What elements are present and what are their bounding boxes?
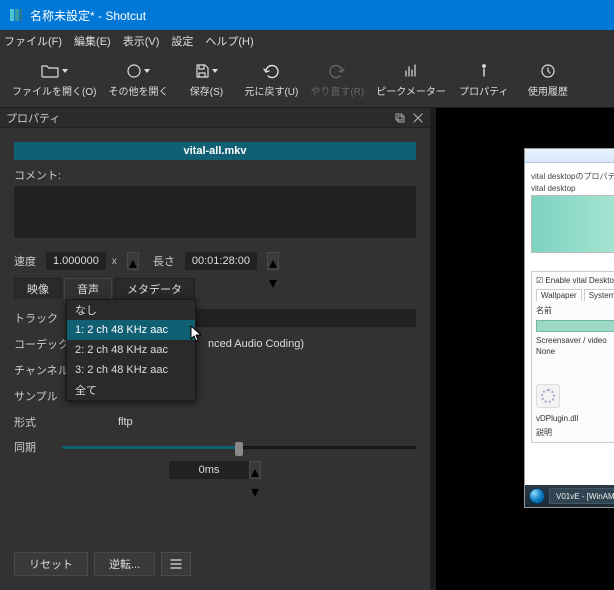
comment-label: コメント: [14, 170, 61, 182]
track-option-2[interactable]: 2: 2 ch 48 KHz aac [67, 340, 195, 360]
undock-icon[interactable] [394, 112, 406, 124]
tab-audio[interactable]: 音声 [64, 278, 112, 299]
sync-slider[interactable] [62, 440, 416, 454]
properties-label: プロパティ [459, 83, 508, 98]
info-icon [476, 63, 492, 79]
hamburger-icon [170, 559, 182, 569]
preview-tab-system: System [584, 289, 614, 301]
preview-name-field [536, 320, 614, 332]
speed-label: 速度 [14, 253, 36, 269]
titlebar: 名称未設定* - Shotcut [0, 0, 614, 30]
window-title: 名称未設定* - Shotcut [30, 7, 146, 24]
comment-input[interactable] [14, 186, 416, 238]
open-file-button[interactable]: ファイルを開く(O) [6, 55, 102, 107]
open-other-label: その他を開く [108, 83, 168, 98]
undo-label: 元に戻す(U) [244, 83, 298, 98]
panel-title: プロパティ [6, 110, 60, 126]
preview-caption: 説明 [536, 427, 614, 438]
menu-view[interactable]: 表示(V) [123, 33, 160, 49]
menu-button[interactable] [161, 552, 191, 576]
redo-label: やり直す(R) [310, 83, 364, 98]
menu-help[interactable]: ヘルプ(H) [205, 33, 253, 49]
preview-task-button: V01vE - [WinAMP... [549, 488, 614, 504]
duration-label: 長さ [153, 253, 175, 269]
duration-input[interactable]: 00:01:28:00 [185, 252, 257, 270]
menu-file[interactable]: ファイル(F) [4, 33, 62, 49]
reverse-button[interactable]: 逆転... [94, 552, 155, 576]
panel-header: プロパティ [0, 108, 430, 128]
tab-bar: 映像 音声 メタデータ [14, 278, 416, 299]
undo-button[interactable]: 元に戻す(U) [238, 55, 304, 107]
history-button[interactable]: 使用履歴 [516, 55, 580, 107]
preview-none: None [536, 347, 614, 356]
close-panel-icon[interactable] [412, 112, 424, 124]
menu-settings[interactable]: 設定 [171, 33, 193, 49]
tab-metadata[interactable]: メタデータ [114, 278, 195, 299]
preview-desk-label: vital desktop [531, 184, 614, 193]
reset-button[interactable]: リセット [14, 552, 88, 576]
tab-video[interactable]: 映像 [14, 278, 62, 299]
preview-titlebar [525, 149, 614, 163]
speed-spinner[interactable]: ▴▾ [127, 252, 139, 270]
peakmeter-label: ピークメーター [376, 83, 446, 98]
folder-open-icon [40, 63, 60, 79]
sync-value-input[interactable]: 0ms [169, 461, 249, 479]
duration-spinner[interactable]: ▴▾ [267, 252, 279, 270]
properties-panel: プロパティ vital-all.mkv コメント: 速度 1.000000x ▴… [0, 108, 430, 590]
menubar[interactable]: ファイル(F) 編集(E) 表示(V) 設定 ヘルプ(H) [0, 30, 614, 52]
chevron-down-icon [212, 69, 218, 73]
undo-icon [262, 63, 280, 79]
redo-icon [328, 63, 346, 79]
format-value: fltp [78, 416, 416, 428]
track-option-all[interactable]: 全て [67, 380, 195, 400]
preview-area: vital desktopのプロパティ vital desktop ☑ Enab… [436, 108, 614, 590]
preview-window: vital desktopのプロパティ vital desktop ☑ Enab… [524, 148, 614, 508]
track-option-1[interactable]: 1: 2 ch 48 KHz aac [67, 320, 195, 340]
history-label: 使用履歴 [528, 83, 568, 98]
open-file-label: ファイルを開く(O) [12, 83, 96, 98]
save-label: 保存(S) [190, 83, 223, 98]
preview-taskbar: V01vE - [WinAMP... [525, 485, 614, 507]
chevron-down-icon [62, 69, 68, 73]
track-option-3[interactable]: 3: 2 ch 48 KHz aac [67, 360, 195, 380]
preview-tab-wallpaper: Wallpaper [536, 289, 582, 301]
track-dropdown[interactable]: なし 1: 2 ch 48 KHz aac 2: 2 ch 48 KHz aac… [66, 299, 196, 401]
toolbar: ファイルを開く(O) その他を開く 保存(S) 元に戻す(U) やり直す(R) … [0, 52, 614, 108]
format-label: 形式 [14, 414, 78, 430]
track-option-none[interactable]: なし [67, 300, 195, 320]
redo-button: やり直す(R) [304, 55, 370, 107]
open-other-button[interactable]: その他を開く [102, 55, 174, 107]
app-logo-icon [8, 7, 24, 23]
preview-enable-checkbox: Enable vital Desktop [545, 276, 614, 285]
sync-spinner[interactable]: ▴▾ [249, 461, 261, 479]
chevron-down-icon [144, 69, 150, 73]
preview-dll: vDPlugin.dll [536, 414, 614, 423]
sync-label: 同期 [14, 439, 62, 455]
save-icon [194, 63, 210, 79]
properties-button[interactable]: プロパティ [452, 55, 516, 107]
menu-edit[interactable]: 編集(E) [74, 33, 111, 49]
file-name-chip: vital-all.mkv [14, 142, 416, 160]
preview-gear-icon [536, 384, 560, 408]
circle-icon [126, 63, 142, 79]
preview-window-title: vital desktopのプロパティ [531, 171, 614, 182]
preview-thumbnail [531, 195, 614, 253]
peakmeter-button[interactable]: ピークメーター [370, 55, 452, 107]
peakmeter-icon [403, 63, 419, 79]
mouse-cursor-icon [190, 325, 204, 343]
start-orb-icon [529, 488, 545, 504]
speed-input[interactable]: 1.000000 [46, 252, 106, 270]
save-button[interactable]: 保存(S) [174, 55, 238, 107]
clock-icon [540, 63, 556, 79]
preview-screensaver: Screensaver / video [536, 336, 614, 345]
